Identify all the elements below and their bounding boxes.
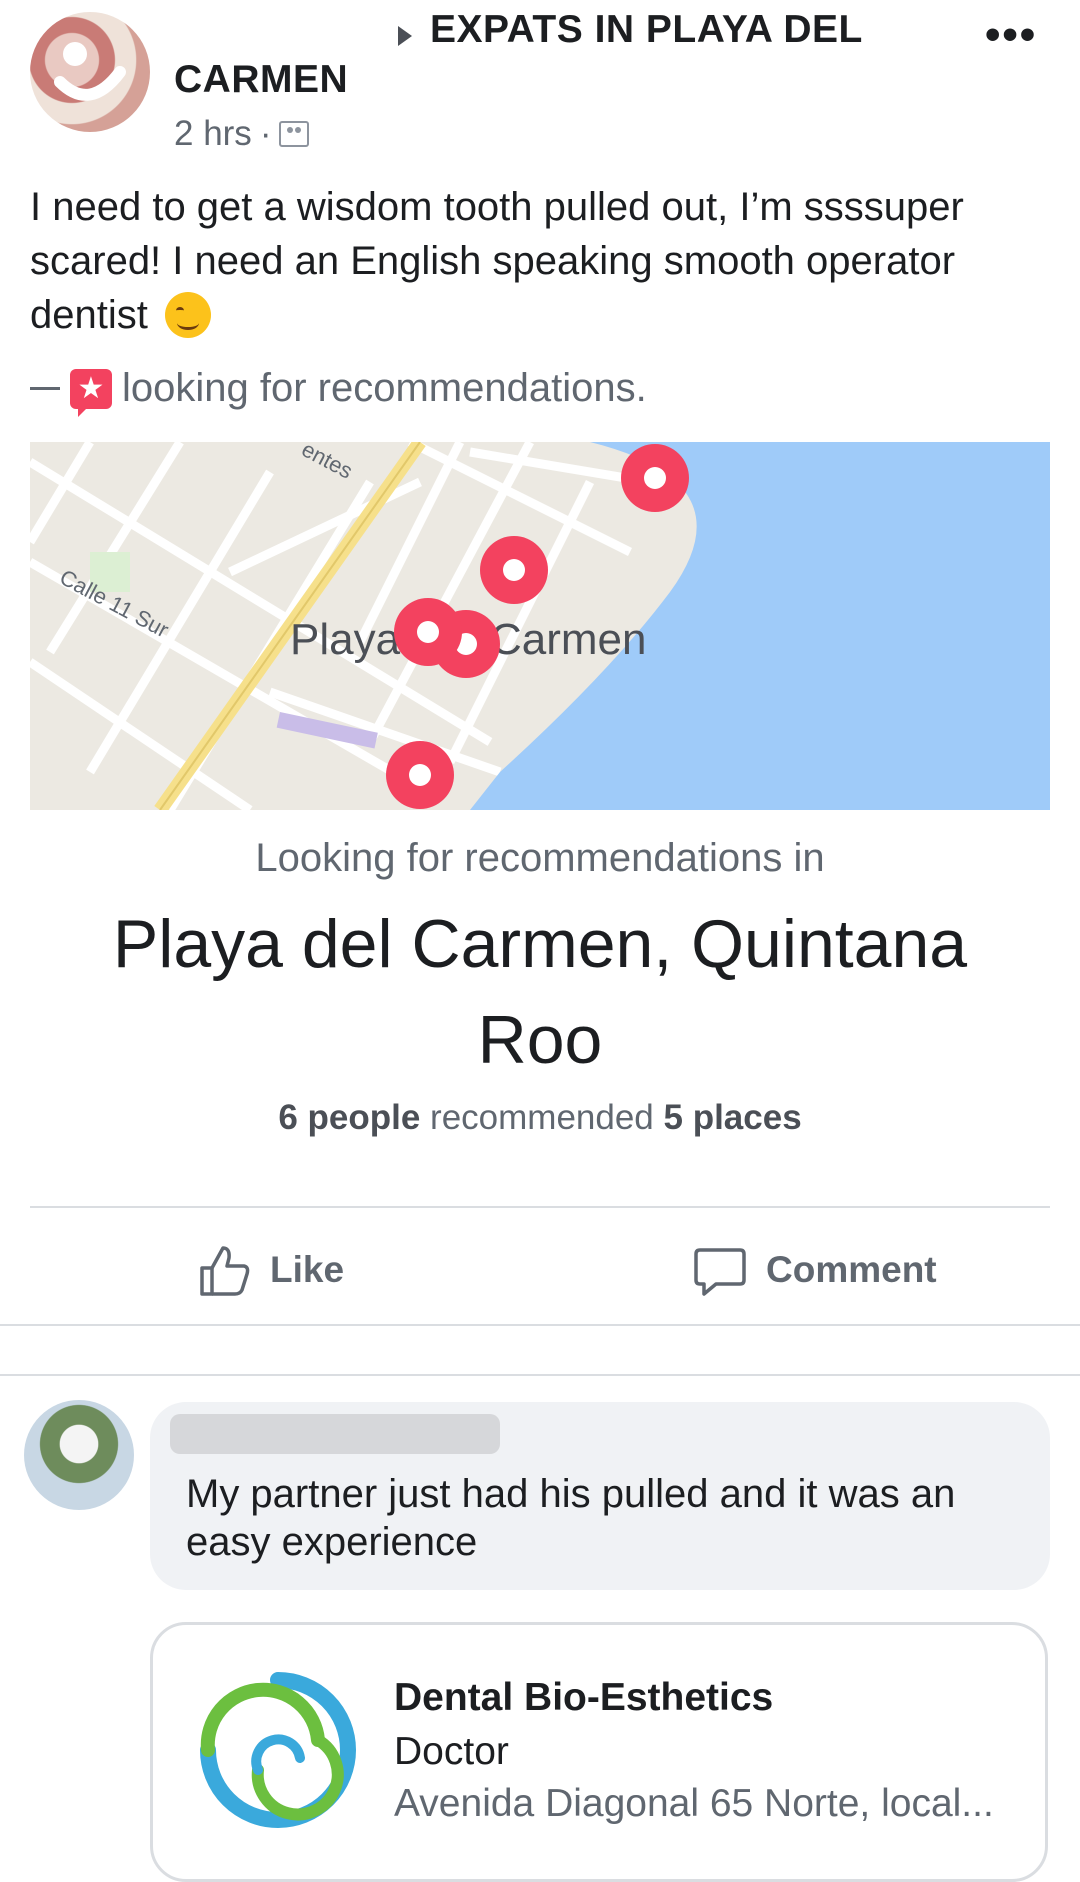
- divider: [30, 1206, 1050, 1208]
- divider: [0, 1324, 1080, 1326]
- like-label: Like: [270, 1249, 345, 1290]
- recommendations-subtitle: Looking for recommendations in: [255, 836, 825, 880]
- group-name[interactable]: EXPATS IN PLAYA DEL: [430, 8, 863, 52]
- map-pin[interactable]: [621, 444, 689, 512]
- post-body: I need to get a wisdom tooth pulled out,…: [30, 180, 1040, 342]
- comment-button[interactable]: Comment: [692, 1240, 937, 1300]
- comment-text: My partner just had his pulled and it wa…: [186, 1472, 956, 1564]
- activity-line: ★ looking for recommendations.: [30, 366, 647, 417]
- comment-icon: [694, 1248, 746, 1296]
- group-privacy-icon: [279, 121, 310, 147]
- business-logo: [188, 1660, 368, 1840]
- business-name[interactable]: Dental Bio-Esthetics: [394, 1676, 773, 1720]
- dash-divider: [30, 387, 60, 390]
- meta-separator: ·: [259, 114, 272, 153]
- business-category: Doctor: [394, 1730, 509, 1773]
- recommendation-star-icon: ★: [70, 368, 112, 417]
- author-avatar[interactable]: [30, 12, 150, 132]
- business-address: Avenida Diagonal 65 Norte, local...: [394, 1782, 994, 1825]
- commenter-avatar[interactable]: [24, 1400, 134, 1510]
- recommendations-count[interactable]: 6 people recommended 5 places: [0, 1098, 1080, 1138]
- map-pin[interactable]: [386, 741, 454, 809]
- like-button[interactable]: Like: [196, 1240, 344, 1300]
- comment-label: Comment: [766, 1249, 937, 1290]
- map-pin[interactable]: [480, 536, 548, 604]
- divider: [0, 1374, 1080, 1376]
- thumbs-up-icon: [200, 1246, 250, 1296]
- caret-right-icon: [398, 26, 412, 46]
- smiling-face-emoji-icon: [164, 292, 211, 338]
- activity-text: looking for recommendations.: [122, 366, 647, 410]
- recommended-word: recommended: [430, 1098, 654, 1137]
- redacted-commenter-name: [170, 1414, 500, 1454]
- author-name[interactable]: CARMEN: [174, 58, 348, 102]
- map-city-label-right: Carmen: [490, 615, 647, 664]
- map-pin[interactable]: [394, 598, 462, 666]
- recommendations-place[interactable]: Playa del Carmen, Quintana Roo: [60, 896, 1020, 1088]
- people-count: 6 people: [278, 1098, 421, 1137]
- more-options-icon[interactable]: •••: [985, 13, 1037, 57]
- recommendations-map[interactable]: Playa Carmen Calle 11 Sur entes: [30, 442, 1050, 810]
- post-meta: 2 hrs ·: [174, 114, 310, 154]
- places-count: 5 places: [663, 1098, 802, 1137]
- map-city-label-left: Playa: [290, 615, 401, 664]
- post-time[interactable]: 2 hrs: [174, 114, 252, 154]
